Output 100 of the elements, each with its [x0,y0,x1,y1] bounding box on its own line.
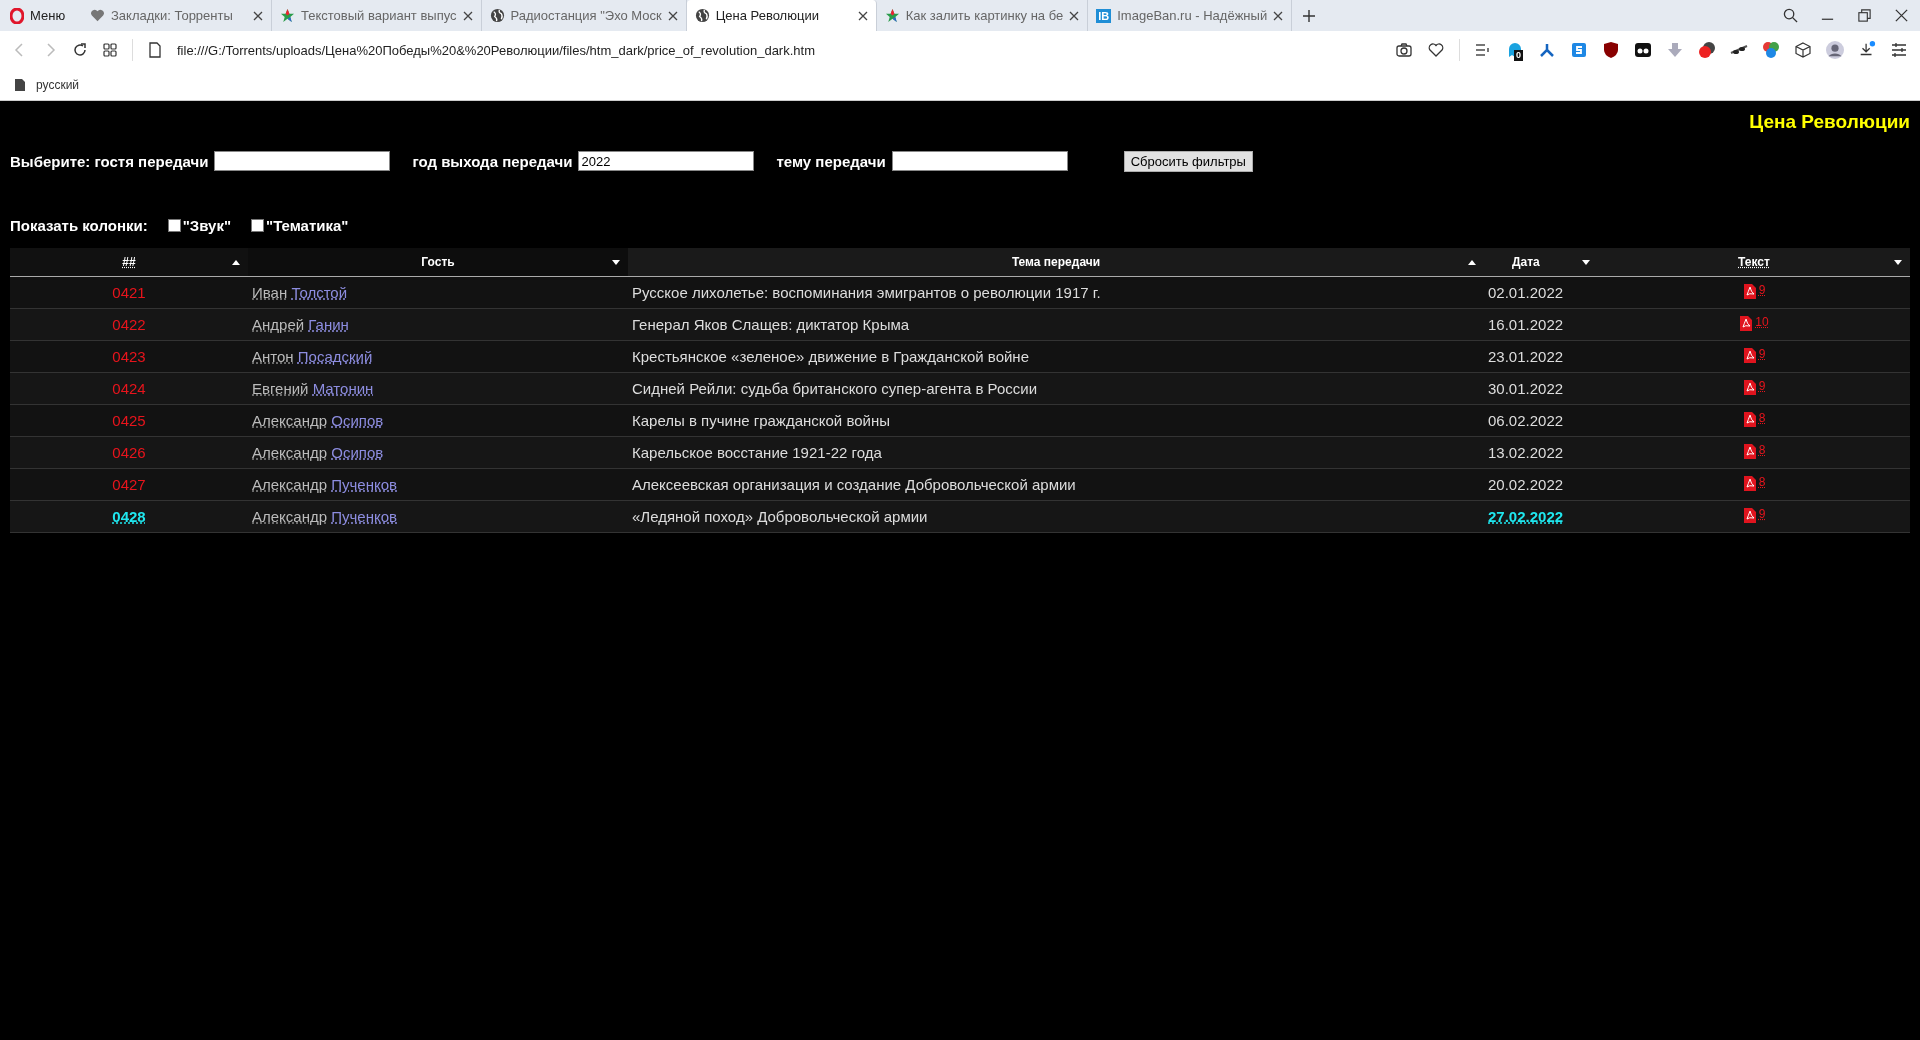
page-count-link[interactable]: 8 [1758,410,1766,425]
page-title: Цена Революции [1749,111,1910,134]
menu-button[interactable]: Меню [0,0,82,31]
page-count-link[interactable]: 10 [1755,314,1769,329]
settings-icon[interactable] [1890,41,1908,59]
date-cell: 20.02.2022 [1484,468,1598,501]
globe-icon [694,8,710,23]
guest-cell: Евгений Матонин [248,372,628,405]
star-icon [280,8,295,23]
date-cell: 23.01.2022 [1484,340,1598,373]
topic-cell: Сидней Рейли: судьба британского супер-агента в России [628,372,1484,405]
close-icon[interactable] [857,10,868,21]
pdf-icon[interactable] [1742,282,1757,300]
guest-cell: Андрей Ганин [248,308,628,341]
list-icon[interactable] [1474,41,1492,59]
topic-cell: Карелы в пучине гражданской войны [628,404,1484,437]
date-cell: 06.02.2022 [1484,404,1598,437]
topic-cell: Крестьянское «зеленое» движение в Гражданской войне [628,340,1484,373]
extension-badge: 0 [1514,50,1523,61]
topic-cell: Карельское восстание 1921-22 года [628,436,1484,469]
topic-cell: Русское лихолетье: воспоминания эмигрантов о революции 1917 г. [628,276,1484,309]
opera-logo-icon [10,7,24,24]
checkbox[interactable] [167,219,181,232]
mask-icon[interactable] [1634,41,1652,59]
address-field[interactable]: file:///G:/Torrents/uploads/Цена%20Победы%20&%20Революции/files/htm_dark/price_of_revolution_dark.htm [177,42,815,58]
filter-label: тему передачи [776,152,886,170]
file-icon [14,77,26,92]
grid-icon[interactable] [102,42,118,58]
close-icon[interactable] [667,10,678,21]
close-icon[interactable] [462,10,473,21]
guest-cell: Александр Пученков [248,468,628,501]
topic-cell: Генерал Яков Слащев: диктатор Крыма [628,308,1484,341]
column-header[interactable]: Тема передачи [628,248,1484,277]
episode-number[interactable]: 0426 [10,436,248,469]
topic-cell: «Ледяной поход» Добровольческой армии [628,500,1484,533]
shield-icon[interactable] [1602,41,1620,59]
circles-icon[interactable] [1698,41,1716,59]
page-count-link[interactable]: 8 [1758,442,1766,457]
checkbox-label: "Тематика" [266,217,349,234]
site-logo: IB [1096,8,1112,23]
episode-number[interactable]: 0422 [10,308,248,341]
pdf-icon[interactable] [1742,442,1757,460]
browser-tab[interactable]: Цена Революции [686,0,877,31]
close-icon[interactable] [1069,10,1080,21]
guest-cell: Александр Осипов [248,436,628,469]
date-cell: 13.02.2022 [1484,436,1598,469]
bookmark-item[interactable]: русский [14,77,80,92]
close-icon[interactable] [1273,10,1284,21]
date-cell: 02.01.2022 [1484,276,1598,309]
filter-field[interactable] [891,151,1068,171]
topic-cell: Алексеевская организация и создание Добровольческой армии [628,468,1484,501]
avatar-icon[interactable] [1826,41,1844,59]
camera-icon[interactable] [1395,41,1413,59]
new-tab-icon[interactable] [1302,8,1317,23]
date-cell: 27.02.2022 [1484,500,1598,533]
guest-cell: Иван Толстой [248,276,628,309]
search-icon[interactable] [1783,8,1798,23]
cube-icon[interactable] [1794,41,1812,59]
column-header[interactable]: ## [10,248,248,277]
propeller-icon[interactable] [1538,41,1556,59]
episode-number[interactable]: 0424 [10,372,248,405]
episode-number[interactable]: 0421 [10,276,248,309]
page-count-link[interactable]: 9 [1758,282,1766,297]
restore-icon[interactable] [1857,8,1872,23]
reset-filters-button[interactable]: Сбросить фильтры [1123,150,1253,172]
checkbox-label: "Звук" [182,217,232,234]
heart-icon[interactable] [1427,41,1445,59]
multicolor-icon[interactable] [1762,41,1780,59]
square-extension-icon[interactable] [1570,41,1588,59]
page-count-link[interactable]: 8 [1758,474,1766,489]
pdf-icon[interactable] [1742,346,1757,364]
column-header[interactable]: Текст [1598,248,1910,277]
pdf-icon[interactable] [1742,378,1757,396]
page-count-link[interactable]: 9 [1758,506,1766,521]
episode-number[interactable]: 0428 [10,500,248,533]
heart-icon [90,8,105,23]
pdf-icon[interactable] [1742,410,1757,428]
date-cell: 16.01.2022 [1484,308,1598,341]
page-count-link[interactable]: 9 [1758,378,1766,393]
ghost-extension-icon[interactable]: 0 [1506,41,1524,59]
episode-number[interactable]: 0423 [10,340,248,373]
date-cell: 30.01.2022 [1484,372,1598,405]
page-count-link[interactable]: 9 [1758,346,1766,361]
reload-icon[interactable] [72,42,88,58]
globe-icon [489,8,505,23]
episode-number[interactable]: 0427 [10,468,248,501]
star-icon [884,8,900,23]
close-icon[interactable] [253,10,263,21]
pdf-icon[interactable] [1742,474,1757,492]
column-header[interactable]: Гость [248,248,628,277]
page-icon [147,42,163,58]
episode-number[interactable]: 0425 [10,404,248,437]
pdf-icon[interactable] [1742,506,1757,524]
guest-cell: Антон Посадский [248,340,628,373]
close-icon[interactable] [1894,8,1909,23]
filter-field[interactable] [214,151,391,171]
checkbox[interactable] [251,219,265,232]
pdf-icon[interactable] [1739,314,1754,332]
column-header[interactable]: Дата [1484,248,1598,277]
filter-field[interactable]: 2022 [578,151,755,171]
